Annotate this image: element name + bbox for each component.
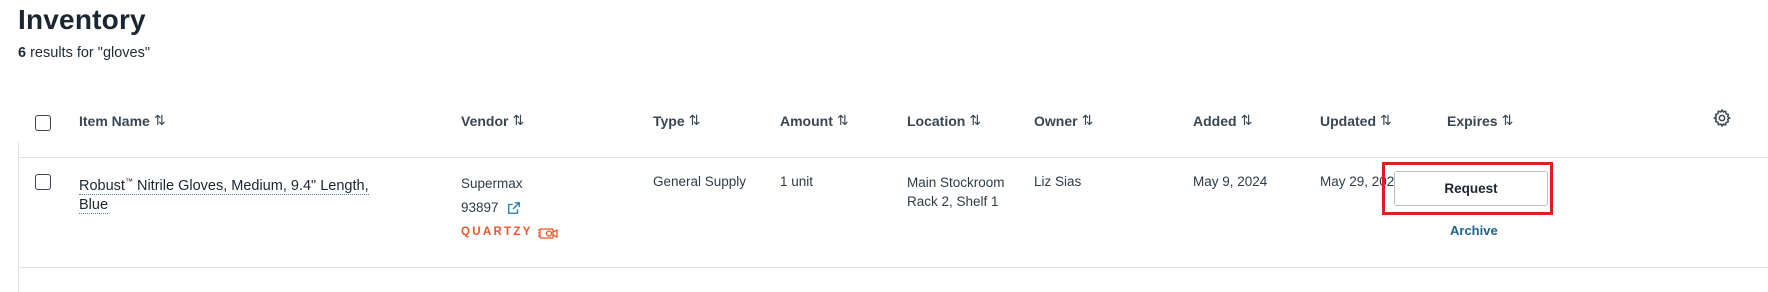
table-header-row: Item Name ⇅ Vendor ⇅ Type ⇅ Amount ⇅ Loc…: [18, 102, 1768, 158]
item-owner: Liz Sias: [1034, 174, 1082, 189]
sort-icon: ⇅: [1240, 112, 1253, 128]
location-line1: Main Stockroom: [907, 175, 1005, 190]
external-link-icon[interactable]: [507, 201, 521, 215]
quartzy-logo-icon: [537, 228, 558, 239]
request-button[interactable]: Request: [1394, 171, 1548, 206]
sort-icon: ⇅: [1501, 112, 1514, 128]
result-count: 6: [18, 45, 27, 61]
page-title: Inventory: [18, 4, 146, 35]
item-name-link[interactable]: Robust™ Nitrile Gloves, Medium, 9.4" Len…: [79, 172, 379, 215]
item-added-date: May 9, 2024: [1193, 174, 1268, 189]
sort-icon: ⇅: [1081, 112, 1094, 128]
table-row: Robust™ Nitrile Gloves, Medium, 9.4" Len…: [18, 158, 1768, 268]
archive-link[interactable]: Archive: [1450, 223, 1498, 238]
location-line2: Rack 2, Shelf 1: [907, 194, 999, 209]
sort-icon: ⇅: [153, 112, 166, 128]
sort-icon: ⇅: [512, 112, 524, 128]
vendor-name: Supermax: [461, 176, 523, 191]
column-header-vendor[interactable]: Vendor ⇅: [461, 112, 524, 129]
column-header-owner[interactable]: Owner ⇅: [1034, 112, 1094, 129]
sort-icon: ⇅: [836, 112, 849, 128]
column-header-updated[interactable]: Updated ⇅: [1320, 112, 1392, 129]
results-summary: 6 results for "gloves": [18, 45, 150, 61]
sort-icon: ⇅: [688, 112, 701, 128]
vendor-catalog: 93897: [461, 200, 521, 215]
column-header-item-name[interactable]: Item Name ⇅: [79, 112, 166, 129]
column-header-type[interactable]: Type ⇅: [653, 112, 701, 129]
select-all-checkbox[interactable]: [35, 115, 51, 131]
catalog-number: 93897: [461, 200, 499, 215]
column-header-added[interactable]: Added ⇅: [1193, 112, 1253, 129]
gear-icon[interactable]: [1712, 108, 1732, 128]
row-select-checkbox[interactable]: [35, 174, 51, 190]
inventory-table: Item Name ⇅ Vendor ⇅ Type ⇅ Amount ⇅ Loc…: [18, 102, 1768, 292]
result-text: results for "gloves": [26, 45, 151, 61]
quartzy-badge: QUARTZY: [461, 225, 559, 239]
column-header-location[interactable]: Location ⇅: [907, 112, 981, 129]
item-type: General Supply: [653, 174, 747, 189]
sort-icon: ⇅: [969, 112, 981, 128]
sort-icon: ⇅: [1380, 112, 1392, 128]
item-amount: 1 unit: [780, 174, 814, 189]
column-header-expires[interactable]: Expires ⇅: [1447, 112, 1514, 129]
item-location: Main Stockroom Rack 2, Shelf 1: [907, 173, 1005, 211]
column-header-amount[interactable]: Amount ⇅: [780, 112, 849, 129]
